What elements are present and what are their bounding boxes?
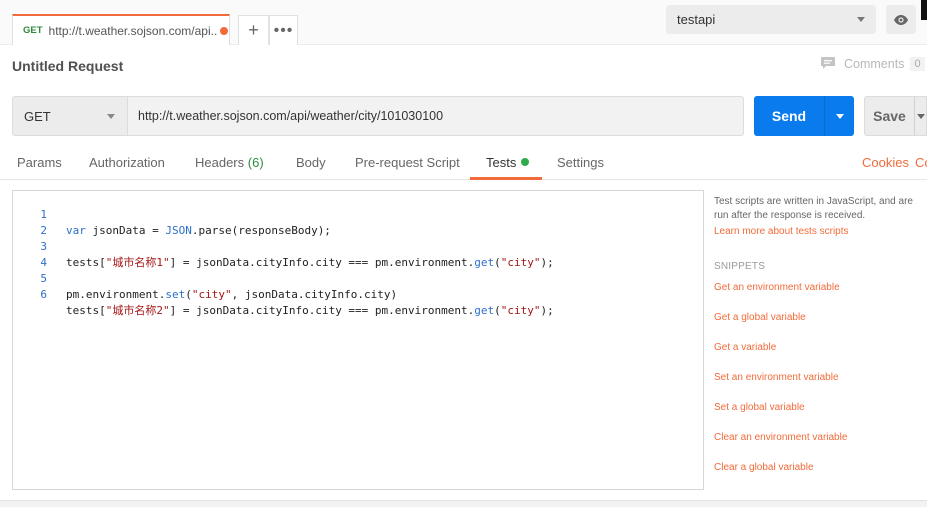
snippet-set-environment-variable[interactable]: Set an environment variable <box>714 372 839 383</box>
tests-description: Test scripts are written in JavaScript, … <box>714 196 913 221</box>
send-options-button[interactable] <box>824 96 854 136</box>
tab-headers-label: Headers <box>195 155 245 170</box>
chevron-down-icon <box>857 17 865 22</box>
learn-tests-link[interactable]: Learn more about tests scripts <box>714 226 927 237</box>
tab-tests[interactable]: Tests <box>486 155 530 170</box>
tab-tests-label: Tests <box>486 155 517 170</box>
comments-count: 0 <box>910 56 925 71</box>
tab-headers-count: (6) <box>247 155 264 170</box>
code-line: 4 <box>13 239 703 269</box>
new-tab-button[interactable]: + <box>238 15 269 45</box>
tab-pre-request-script[interactable]: Pre-request Script <box>355 155 460 170</box>
snippet-get-global-variable[interactable]: Get a global variable <box>714 312 806 323</box>
snippet-get-variable[interactable]: Get a variable <box>714 342 776 353</box>
environment-select-value: testapi <box>677 12 716 27</box>
code-line: 5 pm.environment.set("city", jsonData.ci… <box>13 255 703 301</box>
tab-settings[interactable]: Settings <box>557 155 604 170</box>
tab-headers[interactable]: Headers (6) <box>195 155 264 170</box>
code-text: ( <box>185 288 192 301</box>
environment-quick-look-button[interactable] <box>886 5 916 34</box>
snippet-get-environment-variable[interactable]: Get an environment variable <box>714 282 840 293</box>
request-tab[interactable]: GET http://t.weather.sojson.com/api... <box>12 14 230 45</box>
line-code: tests["城市名称2"] = jsonData.cityInfo.city … <box>66 303 554 319</box>
save-button[interactable]: Save <box>864 96 914 136</box>
chevron-down-icon <box>835 113 844 119</box>
tests-code-editor[interactable]: 1 var jsonData = JSON.parse(responseBody… <box>12 190 704 490</box>
code-identifier: set <box>165 288 186 301</box>
line-code: pm.environment.set("city", jsonData.city… <box>66 287 397 303</box>
comments-button[interactable]: Comments 0 <box>820 56 925 71</box>
ellipsis-icon: ••• <box>273 21 294 39</box>
code-line: 1 var jsonData = JSON.parse(responseBody… <box>13 191 703 237</box>
code-text: ); <box>540 304 554 317</box>
request-tab-method: GET <box>23 25 43 36</box>
cookies-link[interactable]: Cookies <box>862 155 909 170</box>
tab-authorization[interactable]: Authorization <box>89 155 165 170</box>
tests-status-dot-icon <box>521 158 530 166</box>
http-method-value: GET <box>24 108 51 124</box>
send-button[interactable]: Send <box>754 96 824 136</box>
save-options-button[interactable] <box>914 96 927 136</box>
environment-select[interactable]: testapi <box>666 5 876 34</box>
code-line: 3 tests["城市名称1"] = jsonData.cityInfo.cit… <box>13 223 703 269</box>
chevron-down-icon <box>916 113 925 119</box>
code-string: "城市名称2" <box>105 304 170 317</box>
request-url-input[interactable] <box>127 96 744 136</box>
page-title[interactable]: Untitled Request <box>12 58 123 74</box>
eye-icon <box>894 14 908 25</box>
request-tab-url: http://t.weather.sojson.com/api... <box>48 23 217 38</box>
code-text: ] = jsonData.cityInfo.city === pm.enviro… <box>169 304 475 317</box>
comment-icon <box>821 57 835 69</box>
plus-icon: + <box>248 20 259 40</box>
chevron-down-icon <box>107 114 115 119</box>
active-tab-indicator <box>470 177 542 180</box>
code-text: ( <box>494 304 501 317</box>
line-number: 6 <box>40 288 47 301</box>
unsaved-dot-icon <box>219 26 228 35</box>
code-link[interactable]: Code <box>915 155 927 170</box>
more-tabs-button[interactable]: ••• <box>269 15 298 45</box>
code-identifier: get <box>474 304 495 317</box>
request-title-row: Untitled Request Comments 0 <box>0 46 927 86</box>
snippet-set-global-variable[interactable]: Set a global variable <box>714 402 805 413</box>
code-text: , jsonData.cityInfo.city) <box>231 288 398 301</box>
code-line: 2 <box>13 207 703 237</box>
tab-params[interactable]: Params <box>17 155 62 170</box>
snippet-clear-global-variable[interactable]: Clear a global variable <box>714 462 814 473</box>
window-edge-mark <box>921 0 927 20</box>
code-string: "city" <box>500 304 541 317</box>
code-text: pm.environment. <box>66 288 166 301</box>
snippets-sidebar: Test scripts are written in JavaScript, … <box>714 195 927 473</box>
code-string: "city" <box>191 288 232 301</box>
code-text: tests[ <box>66 304 106 317</box>
http-method-select[interactable]: GET <box>12 96 128 136</box>
snippet-clear-environment-variable[interactable]: Clear an environment variable <box>714 432 847 443</box>
snippets-heading: SNIPPETS <box>714 261 766 272</box>
tab-body[interactable]: Body <box>296 155 326 170</box>
bottom-panel-edge <box>0 500 927 507</box>
comments-label: Comments <box>844 56 905 71</box>
request-subtabs: Params Authorization Headers (6) Body Pr… <box>0 147 927 180</box>
tab-bar: GET http://t.weather.sojson.com/api... +… <box>0 0 927 45</box>
code-line: 6 tests["城市名称2"] = jsonData.cityInfo.cit… <box>13 271 703 317</box>
